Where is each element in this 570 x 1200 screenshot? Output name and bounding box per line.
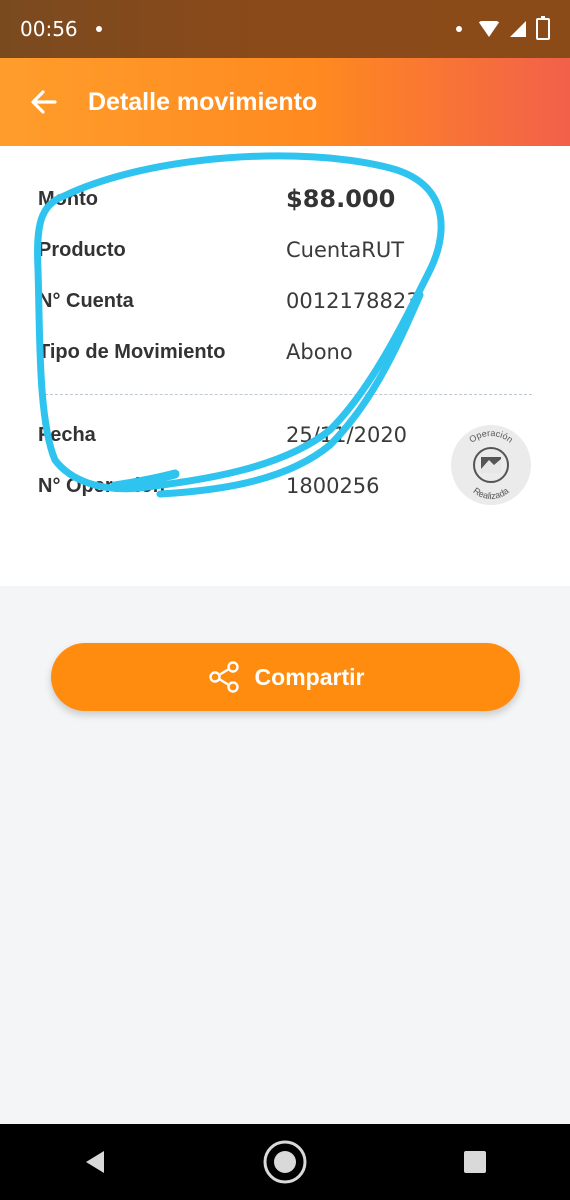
system-nav-bar [0,1124,570,1200]
amount-label: Monto [38,187,98,210]
back-arrow-icon [31,90,57,114]
page-title: Detalle movimiento [88,87,318,116]
notification-dot-icon [456,26,462,32]
status-time: 00:56 [20,17,78,41]
nav-back-button[interactable] [65,1132,125,1192]
movement-type-label: Tipo de Movimiento [38,340,226,363]
operation-label: N° Operación [38,474,165,497]
date-label: Fecha [38,423,96,446]
signal-icon [510,21,526,37]
date-value: 25/11/2020 [286,423,408,447]
share-button-label: Compartir [254,663,365,690]
app-header: Detalle movimiento [0,58,570,146]
account-label: N° Cuenta [38,289,134,312]
receipt-zigzag-edge [0,556,570,586]
detail-row-type: Tipo de Movimiento Abono [38,332,538,372]
product-value: CuentaRUT [286,238,405,262]
movement-detail-card: Monto $88.000 Producto CuentaRUT N° Cuen… [0,146,570,586]
nav-home-icon [263,1140,307,1184]
wifi-icon [478,21,500,37]
nav-recents-icon [464,1151,486,1173]
operation-value: 1800256 [286,474,380,498]
account-value: 0012178823 [286,289,420,313]
detail-row-account: N° Cuenta 0012178823 [38,281,538,321]
share-icon [208,661,239,693]
operation-done-stamp-icon: Operación Realizada [451,425,531,505]
amount-value: $88.000 [286,185,396,213]
notification-dot-icon [95,26,102,32]
nav-recents-button[interactable] [445,1132,505,1192]
dashed-divider [40,394,532,395]
share-button[interactable]: Compartir [51,643,520,711]
status-bar: 00:56 [0,0,570,58]
back-button[interactable] [14,72,74,132]
nav-home-button[interactable] [255,1132,315,1192]
status-icons [456,0,550,58]
nav-back-icon [86,1151,104,1173]
product-label: Producto [38,238,126,261]
detail-row-amount: Monto $88.000 [38,179,538,219]
movement-type-value: Abono [286,340,353,364]
battery-icon [536,16,550,40]
detail-row-product: Producto CuentaRUT [38,230,538,270]
